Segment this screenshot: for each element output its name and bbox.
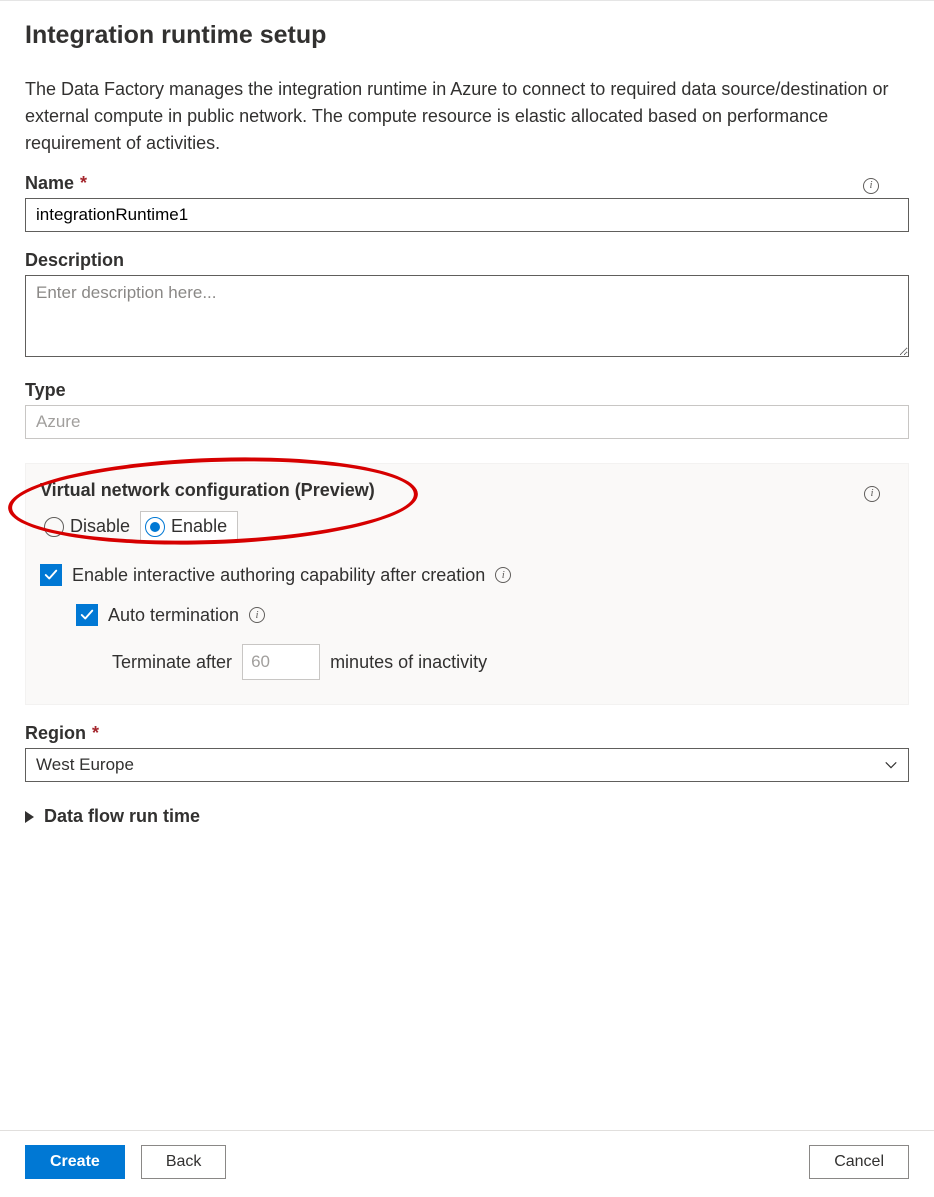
dataflow-runtime-expander[interactable]: Data flow run time — [25, 806, 909, 827]
description-label: Description — [25, 250, 909, 271]
region-select[interactable]: West Europe — [25, 748, 909, 782]
terminate-after-row: Terminate after minutes of inactivity — [112, 644, 894, 680]
vnet-disable-radio[interactable]: Disable — [40, 512, 140, 541]
info-icon[interactable]: i — [495, 567, 511, 583]
description-textarea[interactable] — [25, 275, 909, 357]
interactive-authoring-row: Enable interactive authoring capability … — [40, 564, 894, 586]
region-label-text: Region — [25, 723, 86, 744]
radio-icon — [145, 517, 165, 537]
vnet-enable-radio[interactable]: Enable — [140, 511, 238, 542]
info-icon[interactable]: i — [249, 607, 265, 623]
auto-termination-row: Auto termination i — [76, 604, 894, 626]
vnet-section: Virtual network configuration (Preview) … — [25, 463, 909, 705]
name-label: Name * — [25, 173, 87, 194]
auto-termination-checkbox[interactable] — [76, 604, 98, 626]
vnet-heading: Virtual network configuration (Preview) — [40, 480, 375, 501]
cancel-button[interactable]: Cancel — [809, 1145, 909, 1179]
required-star: * — [80, 173, 87, 194]
integration-runtime-setup-panel: Integration runtime setup The Data Facto… — [0, 0, 934, 1197]
interactive-authoring-checkbox[interactable] — [40, 564, 62, 586]
check-icon — [44, 568, 58, 582]
type-label: Type — [25, 380, 909, 401]
name-label-text: Name — [25, 173, 74, 194]
dataflow-runtime-label: Data flow run time — [44, 806, 200, 827]
info-icon[interactable]: i — [863, 178, 879, 194]
interactive-authoring-label: Enable interactive authoring capability … — [72, 565, 485, 586]
check-icon — [80, 608, 94, 622]
create-button[interactable]: Create — [25, 1145, 125, 1179]
required-star: * — [92, 723, 99, 744]
vnet-disable-label: Disable — [70, 516, 130, 537]
intro-text: The Data Factory manages the integration… — [25, 76, 909, 157]
back-button[interactable]: Back — [141, 1145, 227, 1179]
terminate-after-input[interactable] — [242, 644, 320, 680]
vnet-radio-group: Disable Enable — [40, 511, 894, 542]
terminate-after-suffix: minutes of inactivity — [330, 652, 487, 673]
chevron-down-icon — [884, 758, 898, 772]
info-icon[interactable]: i — [864, 486, 880, 502]
radio-icon — [44, 517, 64, 537]
name-input[interactable] — [25, 198, 909, 232]
footer-bar: Create Back Cancel — [0, 1130, 934, 1197]
type-input — [25, 405, 909, 439]
terminate-after-prefix: Terminate after — [112, 652, 232, 673]
region-value: West Europe — [36, 755, 134, 775]
region-label: Region * — [25, 723, 909, 744]
auto-termination-label: Auto termination — [108, 605, 239, 626]
page-title: Integration runtime setup — [25, 21, 909, 50]
vnet-enable-label: Enable — [171, 516, 227, 537]
chevron-right-icon — [25, 811, 34, 823]
